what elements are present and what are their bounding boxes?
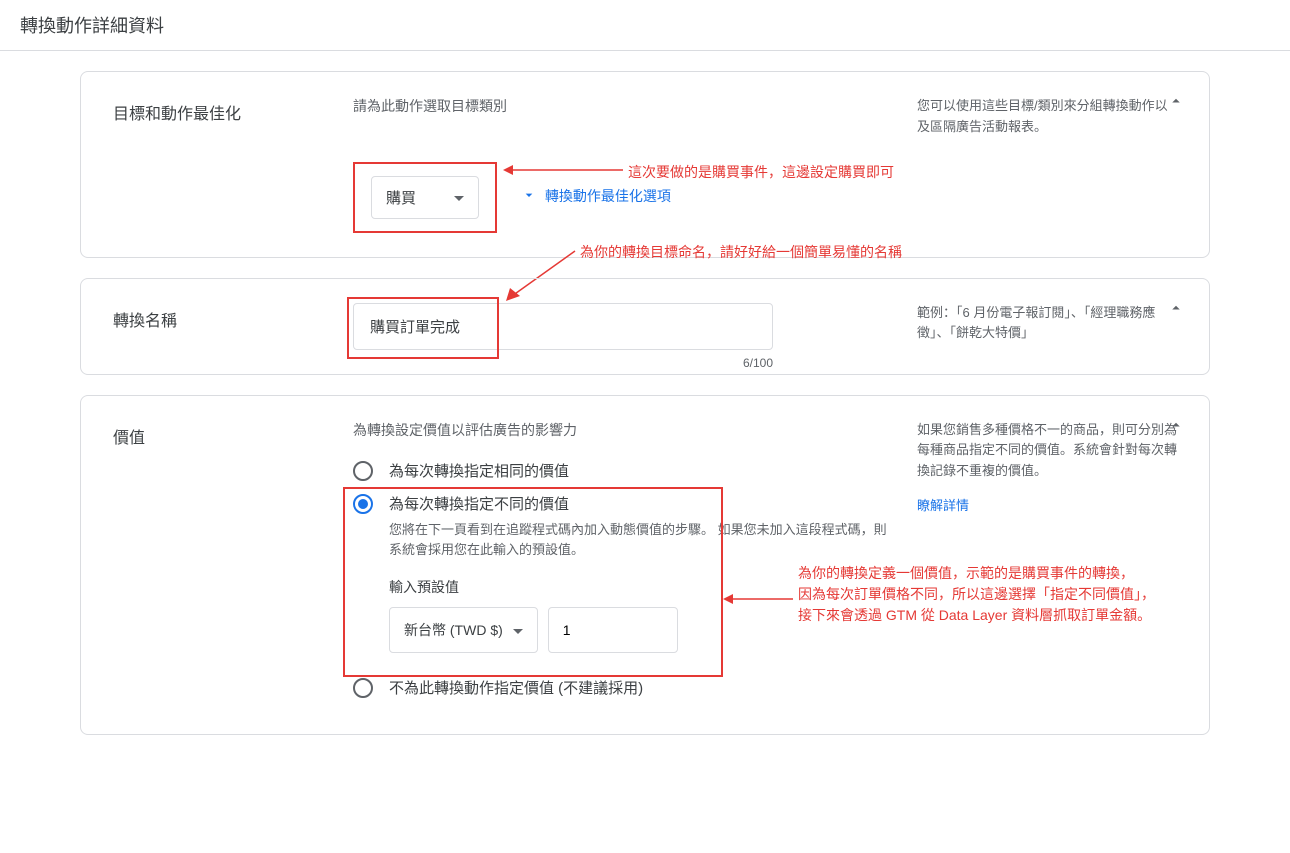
currency-select[interactable]: 新台幣 (TWD $) — [389, 607, 538, 653]
collapse-button[interactable] — [1167, 416, 1185, 437]
conversion-name-input[interactable] — [353, 303, 773, 350]
annotation-text: 為你的轉換目標命名，請好好給一個簡單易懂的名稱 — [580, 242, 902, 263]
goal-optimization-card: 目標和動作最佳化 請為此動作選取目標類別 購買 這次要做的是購買事件，這邊設定購… — [80, 71, 1210, 258]
section-label: 目標和動作最佳化 — [113, 96, 333, 233]
annotation-text: 這次要做的是購買事件，這邊設定購買即可 — [628, 162, 894, 183]
radio-label: 為每次轉換指定相同的價值 — [389, 460, 569, 481]
page-title: 轉換動作詳細資料 — [0, 0, 1290, 51]
optimization-options-expand[interactable]: 轉換動作最佳化選項 — [521, 186, 671, 206]
char-count: 6/100 — [743, 356, 773, 370]
goal-category-select[interactable]: 購買 — [371, 176, 479, 219]
collapse-button[interactable] — [1167, 92, 1185, 113]
annotation-frame: 購買 — [353, 162, 497, 233]
side-help-text: 範例：「6 月份電子報訂閱」、「經理職務應徵」、「餅乾大特價」 — [917, 303, 1177, 350]
radio-label: 不為此轉換動作指定價值 (不建議採用) — [389, 677, 643, 698]
side-help-text: 如果您銷售多種價格不一的商品，則可分別為每種商品指定不同的價值。系統會針對每次轉… — [917, 420, 1177, 482]
dropdown-arrow-icon — [434, 189, 464, 206]
expand-label: 轉換動作最佳化選項 — [545, 186, 671, 206]
conversion-name-card: 轉換名稱 6/100 範例：「6 月份電子報訂閱」、「經理職務應徵」、「餅乾大特… — [80, 278, 1210, 375]
annotation-text: 為你的轉換定義一個價值，示範的是購買事件的轉換， 因為每次訂單價格不同，所以這邊… — [798, 563, 1268, 626]
side-help-text: 您可以使用這些目標/類別來分組轉換動作以及區隔廣告活動報表。 — [917, 96, 1177, 233]
radio-no-value[interactable]: 不為此轉換動作指定價值 (不建議採用) — [353, 677, 897, 698]
radio-subtext: 您將在下一頁看到在追蹤程式碼內加入動態價值的步驟。 如果您未加入這段程式碼，則系… — [389, 520, 897, 562]
section-label: 價值 — [113, 420, 333, 699]
chevron-up-icon — [1167, 299, 1185, 317]
dropdown-arrow-icon — [513, 622, 523, 638]
content-area: 目標和動作最佳化 請為此動作選取目標類別 購買 這次要做的是購買事件，這邊設定購… — [0, 51, 1290, 775]
section-subtitle: 為轉換設定價值以評估廣告的影響力 — [353, 420, 897, 440]
value-card: 價值 為轉換設定價值以評估廣告的影響力 為每次轉換指定相同的價值 為每次轉換指定… — [80, 395, 1210, 736]
radio-label: 為每次轉換指定不同的價值 — [389, 493, 897, 514]
default-value-input[interactable] — [548, 607, 678, 653]
radio-icon — [353, 678, 373, 698]
radio-same-value[interactable]: 為每次轉換指定相同的價值 — [353, 460, 897, 481]
section-label: 轉換名稱 — [113, 303, 333, 350]
collapse-button[interactable] — [1167, 299, 1185, 320]
radio-icon-checked — [353, 494, 373, 514]
currency-value: 新台幣 (TWD $) — [404, 620, 503, 640]
section-subtitle: 請為此動作選取目標類別 — [353, 96, 897, 116]
chevron-up-icon — [1167, 92, 1185, 110]
learn-more-link[interactable]: 瞭解詳情 — [917, 496, 1177, 517]
chevron-up-icon — [1167, 416, 1185, 434]
chevron-down-icon — [521, 187, 537, 206]
annotation-arrow-icon — [503, 160, 623, 180]
select-value: 購買 — [386, 187, 416, 208]
radio-icon — [353, 461, 373, 481]
